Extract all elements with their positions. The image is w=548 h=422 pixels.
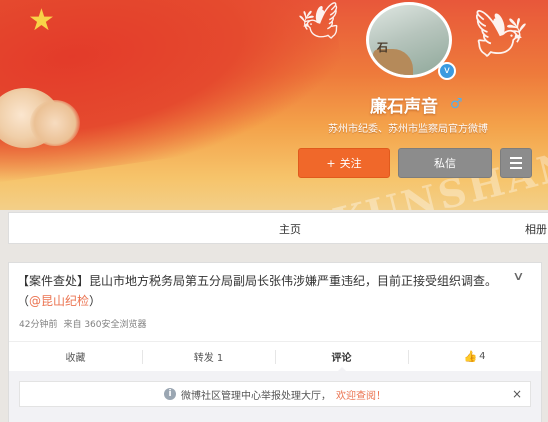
message-label: 私信	[434, 157, 456, 170]
notice-link[interactable]: 欢迎查阅！	[336, 387, 386, 402]
menu-icon	[510, 157, 522, 159]
dove-icon: 🕊	[465, 6, 530, 67]
profile-description: 苏州市纪委、苏州市监察局官方微博	[328, 124, 488, 135]
profile-tabs: 主页 相册	[8, 212, 548, 244]
info-icon: i	[164, 388, 176, 400]
post-text-end: ）	[89, 294, 102, 308]
notice-text: 微博社区管理中心举报处理大厅，	[181, 390, 331, 402]
mention-link[interactable]: @昆山纪检	[29, 294, 89, 308]
post-text: 【案件查处】昆山市地方税务局第五分局副局长张伟涉嫌严重违纪，目前正接受组织调查。…	[17, 271, 507, 311]
post-time[interactable]: 42分钟前	[19, 320, 57, 330]
profile-name: 廉石声音	[370, 97, 438, 117]
like-button[interactable]: 👍 4	[408, 342, 541, 371]
peony-decoration	[30, 100, 80, 146]
plus-icon: +	[326, 156, 336, 170]
repost-button[interactable]: 转发 1	[142, 342, 275, 371]
tab-home[interactable]: 主页	[279, 221, 301, 237]
comment-label: 评论	[331, 353, 352, 364]
close-icon[interactable]: ×	[512, 387, 522, 401]
tab-photos[interactable]: 相册	[525, 221, 547, 237]
chevron-down-icon[interactable]: ∨	[512, 269, 524, 283]
collect-label: 收藏	[65, 353, 86, 364]
follow-label: 关注	[339, 157, 362, 170]
message-button[interactable]: 私信	[398, 148, 492, 178]
repost-label: 转发 1	[193, 353, 224, 364]
menu-icon	[510, 162, 522, 164]
notice-link-label: 欢迎查阅	[336, 390, 376, 402]
flag-star-icon: ★	[28, 3, 55, 38]
notice-link-suffix: ！	[376, 390, 386, 402]
comment-area: i 微博社区管理中心举报处理大厅， 欢迎查阅！ ×	[9, 371, 541, 422]
menu-icon	[510, 167, 522, 169]
avatar-text: 石	[377, 41, 388, 54]
male-icon: ♂	[450, 96, 463, 112]
profile-banner: ★ 🕊 🕊 昆山论坛 KUNSHAN BBS 石 v 廉石声音 ♂ 苏州市纪委、…	[0, 0, 548, 210]
thumbs-up-icon: 👍	[463, 350, 478, 363]
like-count: 4	[479, 351, 486, 362]
more-menu-button[interactable]	[500, 148, 532, 178]
dove-icon: 🕊	[295, 0, 348, 49]
post-source: 来自 360安全浏览器	[63, 320, 147, 330]
verified-badge-icon[interactable]: v	[438, 62, 456, 80]
follow-button[interactable]: + 关注	[298, 148, 390, 178]
collect-button[interactable]: 收藏	[9, 342, 142, 371]
comment-button[interactable]: 评论	[275, 342, 408, 372]
post-meta: 42分钟前 来自 360安全浏览器	[19, 317, 147, 330]
post-actions: 收藏 转发 1 评论 👍 4	[9, 341, 541, 372]
weibo-post: 【案件查处】昆山市地方税务局第五分局副局长张伟涉嫌严重违纪，目前正接受组织调查。…	[8, 262, 542, 422]
notice-bar: i 微博社区管理中心举报处理大厅， 欢迎查阅！ ×	[19, 381, 531, 407]
